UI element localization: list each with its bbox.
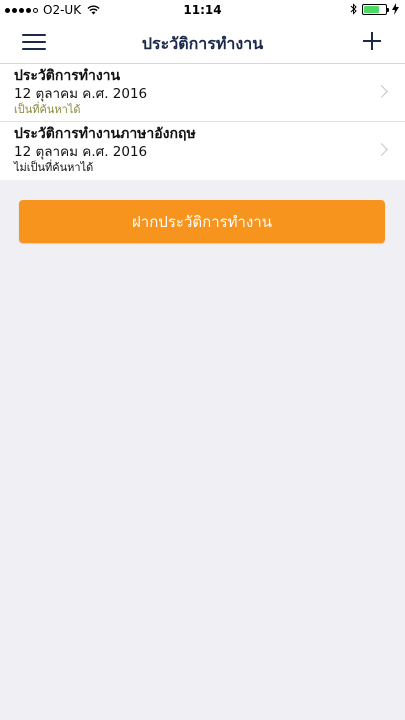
nav-bar: ประวัติการทำงาน	[0, 20, 405, 64]
charging-bolt-icon	[392, 3, 399, 15]
list-item[interactable]: ประวัติการทำงานภาษาอังกฤษ 12 ตุลาคม ค.ศ.…	[0, 122, 405, 180]
resume-date: 12 ตุลาคม ค.ศ. 2016	[14, 144, 148, 160]
deposit-resume-button[interactable]: ฝากประวัติการทำงาน	[19, 200, 385, 243]
battery-icon	[362, 3, 389, 15]
bluetooth-icon	[350, 3, 357, 15]
status-time: 11:14	[183, 3, 222, 17]
screen: O2-UK 11:14 ประวัติการทำงาน ประวัติการทำ…	[0, 0, 405, 720]
plus-icon[interactable]	[363, 32, 381, 50]
status-bar: O2-UK 11:14	[0, 0, 405, 20]
resume-status: ไม่เป็นที่ค้นหาได้	[14, 161, 94, 174]
resume-title: ประวัติการทำงาน	[14, 68, 121, 84]
status-right	[350, 3, 399, 15]
page-title: ประวัติการทำงาน	[141, 34, 264, 53]
resume-title: ประวัติการทำงานภาษาอังกฤษ	[14, 126, 196, 142]
battery-level-fill	[364, 5, 379, 13]
resume-list: ประวัติการทำงาน 12 ตุลาคม ค.ศ. 2016 เป็น…	[0, 64, 405, 180]
resume-status: เป็นที่ค้นหาได้	[14, 103, 81, 116]
resume-date: 12 ตุลาคม ค.ศ. 2016	[14, 86, 148, 102]
list-item[interactable]: ประวัติการทำงาน 12 ตุลาคม ค.ศ. 2016 เป็น…	[0, 64, 405, 122]
